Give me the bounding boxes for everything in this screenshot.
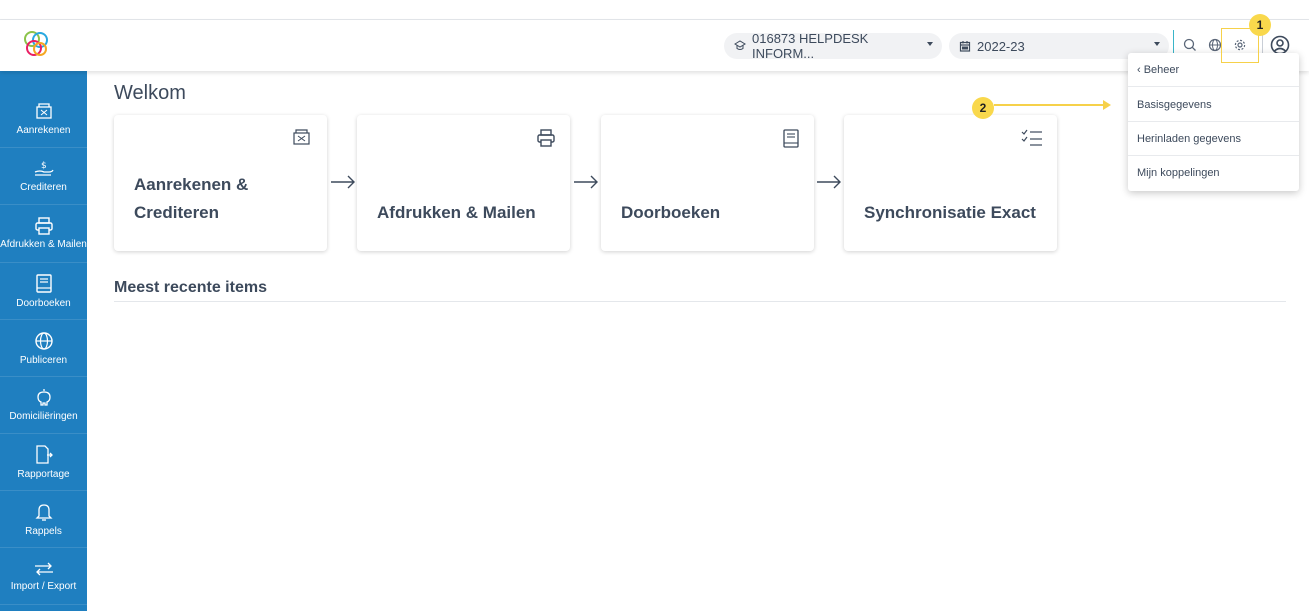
- card-title: Synchronisatie Exact: [864, 203, 1036, 222]
- book-icon: [35, 273, 52, 293]
- sidebar-item-import-export[interactable]: Import / Export: [0, 548, 87, 605]
- chevron-down-icon: [1154, 42, 1160, 46]
- section-title-recent: Meest recente items: [114, 279, 267, 296]
- section-divider: [114, 301, 1286, 302]
- import-export-icon: [34, 562, 53, 575]
- invoice-icon: [293, 129, 310, 145]
- card-aanrekenen-crediteren[interactable]: Aanrekenen & Crediteren: [114, 115, 327, 251]
- annotation-arrow-tip: [1103, 100, 1111, 110]
- annotation-badge-2: 2: [972, 97, 994, 119]
- menu-back-beheer[interactable]: ‹ Beheer: [1128, 53, 1299, 87]
- sidebar-item-rapportage[interactable]: Rapportage: [0, 434, 87, 491]
- sidebar-item-label: Doorboeken: [16, 297, 71, 309]
- checklist-icon: [1021, 129, 1042, 146]
- sidebar-item-label: Domiciliëringen: [9, 410, 78, 422]
- calendar-icon: [959, 41, 971, 52]
- sidebar-item-label: Rappels: [25, 525, 62, 537]
- arrow-right-icon: [817, 175, 841, 189]
- menu-item-herinladen-gegevens[interactable]: Herinladen gegevens: [1128, 122, 1299, 156]
- page-title: Welkom: [114, 82, 186, 104]
- printer-icon: [34, 217, 53, 235]
- sidebar-item-domicilieringen[interactable]: Domiciliëringen: [0, 377, 87, 434]
- hand-money-icon: $: [34, 161, 54, 176]
- menu-item-mijn-koppelingen[interactable]: Mijn koppelingen: [1128, 156, 1299, 190]
- book-icon: [783, 129, 799, 148]
- sidebar-item-label: Aanrekenen: [16, 124, 71, 136]
- card-afdrukken-mailen[interactable]: Afdrukken & Mailen: [357, 115, 570, 251]
- sidebar-item-label: Crediteren: [20, 181, 67, 193]
- school-selector-value: 016873 HELPDESK INFORM...: [752, 31, 869, 61]
- report-icon: [35, 444, 53, 464]
- app-header: 016873 HELPDESK INFORM... 2022-23: [0, 20, 1309, 71]
- user-account-icon[interactable]: [1270, 35, 1290, 55]
- card-doorboeken[interactable]: Doorboeken: [601, 115, 814, 251]
- school-icon: [734, 40, 746, 50]
- search-icon[interactable]: [1182, 37, 1198, 53]
- sidebar-item-doorboeken[interactable]: Doorboeken: [0, 263, 87, 320]
- school-selector[interactable]: 016873 HELPDESK INFORM...: [724, 31, 942, 61]
- globe-icon: [34, 331, 53, 350]
- sidebar-item-publiceren[interactable]: Publiceren: [0, 320, 87, 377]
- svg-text:$: $: [41, 161, 47, 171]
- sidebar-item-label: Import / Export: [10, 580, 77, 592]
- card-title: Afdrukken & Mailen: [377, 203, 536, 222]
- sidebar-item-afdrukken-mailen[interactable]: Afdrukken & Mailen: [0, 205, 87, 263]
- sidebar-item-aanrekenen[interactable]: Aanrekenen: [0, 91, 87, 148]
- sidebar-item-crediteren[interactable]: $ Crediteren: [0, 148, 87, 205]
- sidebar-item-label: Publiceren: [19, 354, 68, 366]
- arrow-right-icon: [574, 175, 598, 189]
- arrow-right-icon: [331, 175, 355, 189]
- menu-item-basisgegevens[interactable]: Basisgegevens: [1128, 88, 1299, 122]
- year-selector-value: 2022-23: [977, 38, 1025, 54]
- piggy-bank-icon: [36, 388, 51, 406]
- card-synchronisatie-exact[interactable]: Synchronisatie Exact: [844, 115, 1057, 251]
- printer-icon: [537, 129, 555, 147]
- bell-icon: [34, 503, 53, 521]
- invoice-icon: [35, 102, 52, 119]
- annotation-badge-1: 1: [1249, 14, 1271, 36]
- sidebar-item-rappels[interactable]: Rappels: [0, 491, 87, 548]
- settings-dropdown-menu: ‹ Beheer Basisgegevens Herinladen gegeve…: [1128, 53, 1299, 191]
- sidebar: Aanrekenen $ Crediteren Afdrukken & Mail…: [0, 71, 87, 611]
- browser-top-strip: [0, 0, 1309, 20]
- card-title: Aanrekenen & Crediteren: [134, 175, 249, 222]
- annotation-arrow-line: [994, 104, 1105, 106]
- sidebar-item-label: Rapportage: [17, 468, 70, 480]
- app-logo[interactable]: [22, 29, 50, 59]
- card-title: Doorboeken: [621, 203, 721, 222]
- sidebar-item-label: Afdrukken & Mailen: [0, 239, 87, 250]
- chevron-down-icon: [927, 42, 933, 46]
